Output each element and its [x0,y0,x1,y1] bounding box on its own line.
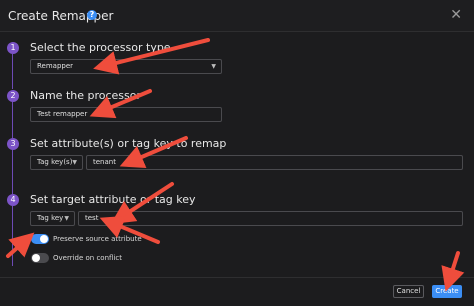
modal-header: Create Remapper ? ✕ [0,0,474,32]
step-number-2: 2 [7,90,19,102]
toggle-knob [32,254,40,262]
chevron-down-icon: ▼ [64,215,69,222]
processor-name-input[interactable]: Test remapper [30,107,222,122]
step-title-3: Set attribute(s) or tag key to remap [30,137,227,150]
source-type-value: Tag key(s) [37,158,73,166]
target-type-value: Tag key [37,214,64,222]
annotation-arrow-6 [6,232,35,258]
modal-title: Create Remapper [8,9,114,23]
processor-type-value: Remapper [37,62,74,70]
processor-type-select[interactable]: Remapper ▼ [30,59,222,74]
create-button[interactable]: Create [432,285,462,298]
step-title-2: Name the processor [30,89,142,102]
step-rail-1 [12,54,13,89]
step-rail-4 [12,206,13,266]
source-attribute-input[interactable]: tenant [86,155,463,170]
footer-divider [0,277,474,278]
step-number-1: 1 [7,42,19,54]
help-icon[interactable]: ? [87,10,97,20]
chevron-down-icon: ▼ [72,159,77,166]
override-conflict-toggle[interactable] [31,253,49,263]
toggle-knob [40,235,48,243]
target-type-select[interactable]: Tag key ▼ [30,211,75,226]
cancel-button[interactable]: Cancel [393,285,424,298]
step-title-1: Select the processor type [30,41,171,54]
chevron-down-icon: ▼ [211,63,216,70]
source-attribute-value: tenant [93,158,116,166]
source-type-select[interactable]: Tag key(s) ▼ [30,155,83,170]
step-rail-2 [12,102,13,138]
close-icon[interactable]: ✕ [450,7,462,23]
processor-name-value: Test remapper [37,110,88,118]
override-conflict-label: Override on conflict [53,254,122,262]
step-number-4: 4 [7,194,19,206]
target-attribute-input[interactable]: test [78,211,463,226]
step-number-3: 3 [7,138,19,150]
target-attribute-value: test [85,214,99,222]
step-rail-3 [12,150,13,194]
step-title-4: Set target attribute or tag key [30,193,196,206]
preserve-source-toggle[interactable] [31,234,49,244]
preserve-source-label: Preserve source attribute [53,235,142,243]
